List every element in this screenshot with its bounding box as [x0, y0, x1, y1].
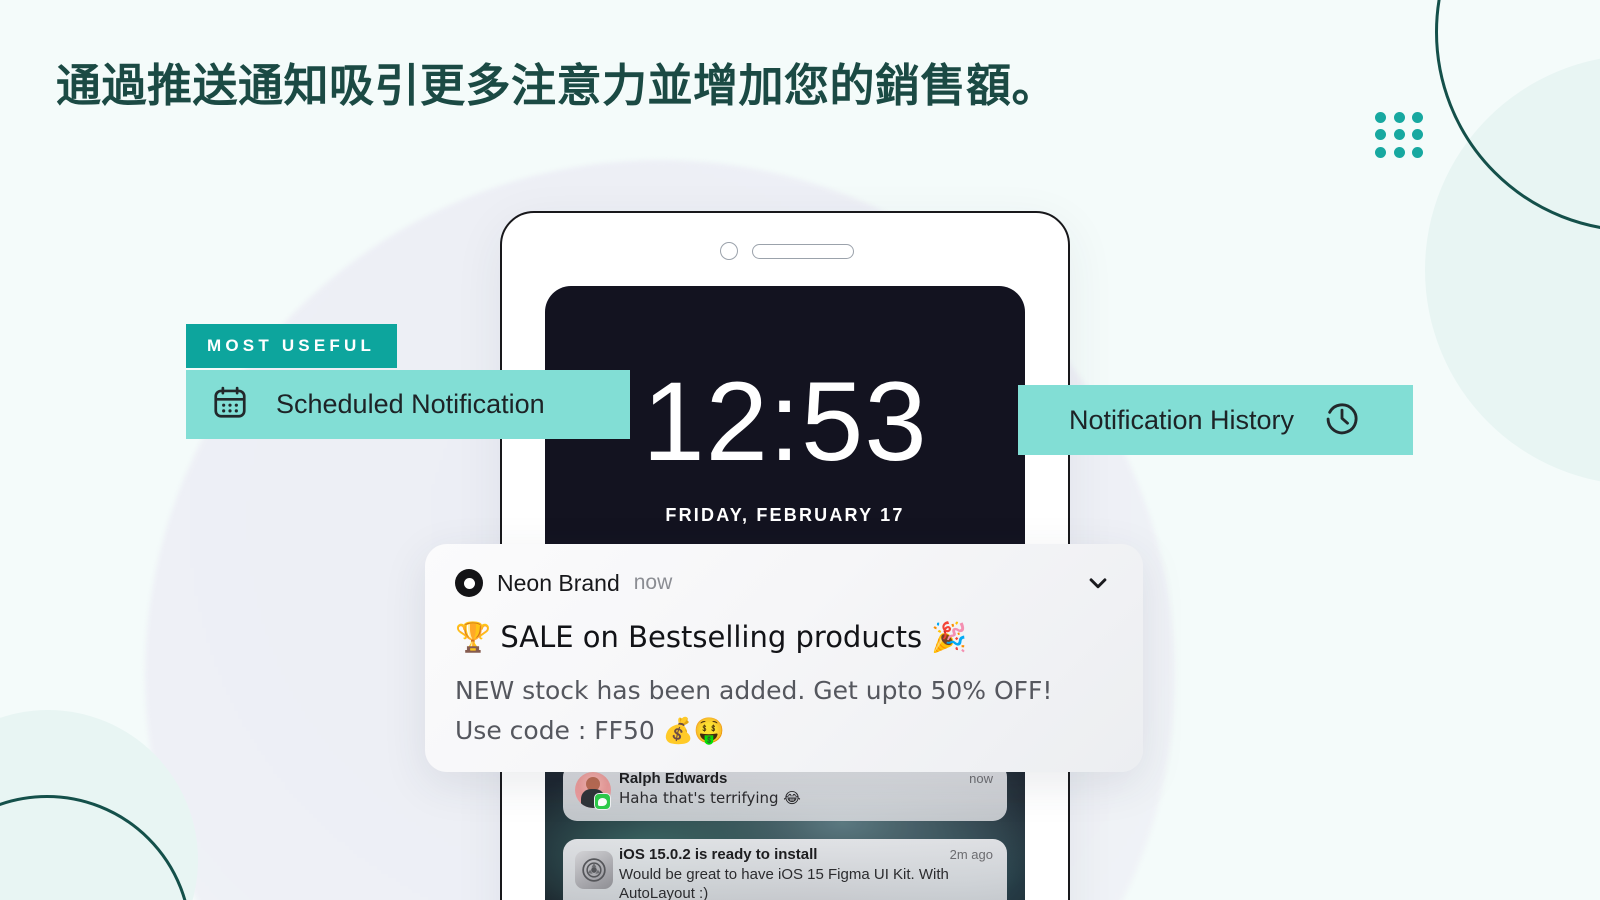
- grid-dot: [1393, 112, 1405, 123]
- dot-grid-decoration: [1375, 112, 1431, 164]
- scheduled-notification-label: Scheduled Notification: [276, 389, 545, 419]
- notification-timestamp: now: [633, 571, 673, 594]
- settings-gear-icon: [575, 851, 613, 889]
- grid-dot: [1375, 112, 1386, 123]
- grid-dot: [1393, 129, 1405, 141]
- grid-dot: [1375, 129, 1386, 141]
- notification-card-header: Neon Brand now: [455, 566, 1115, 600]
- lock-screen-date: FRIDAY, FEBRUARY 17: [665, 505, 905, 525]
- notification-title: iOS 15.0.2 is ready to install: [619, 846, 818, 863]
- notification-card-body: NEW stock has been added. Get upto 50% O…: [455, 675, 1053, 746]
- brand-logo-icon: [455, 569, 483, 597]
- grid-dot: [1412, 112, 1424, 123]
- notification-history-badge[interactable]: Notification History: [1018, 385, 1413, 455]
- notification-time: now: [969, 771, 993, 786]
- notification-body: Would be great to have iOS 15 Figma UI K…: [619, 865, 949, 900]
- decorative-ring-top-right: [1435, 0, 1600, 232]
- notification-card-title: 🏆 SALE on Bestselling products 🎉: [455, 620, 968, 654]
- page-headline: 通過推送通知吸引更多注意力並增加您的銷售額。: [56, 60, 1058, 111]
- calendar-icon: [211, 383, 249, 426]
- grid-dot: [1412, 129, 1424, 141]
- messages-icon: [594, 793, 611, 810]
- scheduled-notification-badge[interactable]: Scheduled Notification: [186, 370, 630, 439]
- phone-speaker-grille: [752, 244, 854, 259]
- decorative-ring-bottom-left: [0, 795, 192, 900]
- phone-camera-icon: [720, 242, 738, 260]
- clock-history-icon: [1322, 398, 1362, 443]
- notification-history-label: Notification History: [1068, 404, 1295, 435]
- grid-dot: [1412, 146, 1424, 158]
- grid-dot: [1393, 146, 1405, 158]
- page-canvas: 通過推送通知吸引更多注意力並增加您的銷售額。 12:53 FRIDAY, FEB…: [0, 0, 1600, 900]
- notification-title: Ralph Edwards: [619, 770, 728, 787]
- push-notification-card[interactable]: Neon Brand now 🏆 SALE on Bestselling pro…: [425, 544, 1143, 772]
- grid-dot: [1375, 146, 1386, 158]
- lock-screen-notification[interactable]: iOS 15.0.2 is ready to install Would be …: [563, 839, 1007, 900]
- chevron-down-icon[interactable]: [1081, 566, 1115, 600]
- notification-time: 2m ago: [949, 847, 993, 862]
- notification-body: Haha that's terrifying 😂: [619, 788, 801, 807]
- background-circle-bottom-left: [0, 710, 198, 900]
- brand-name: Neon Brand: [497, 569, 620, 596]
- most-useful-badge: MOST USEFUL: [186, 324, 398, 368]
- background-circle-top-right: [1425, 55, 1600, 485]
